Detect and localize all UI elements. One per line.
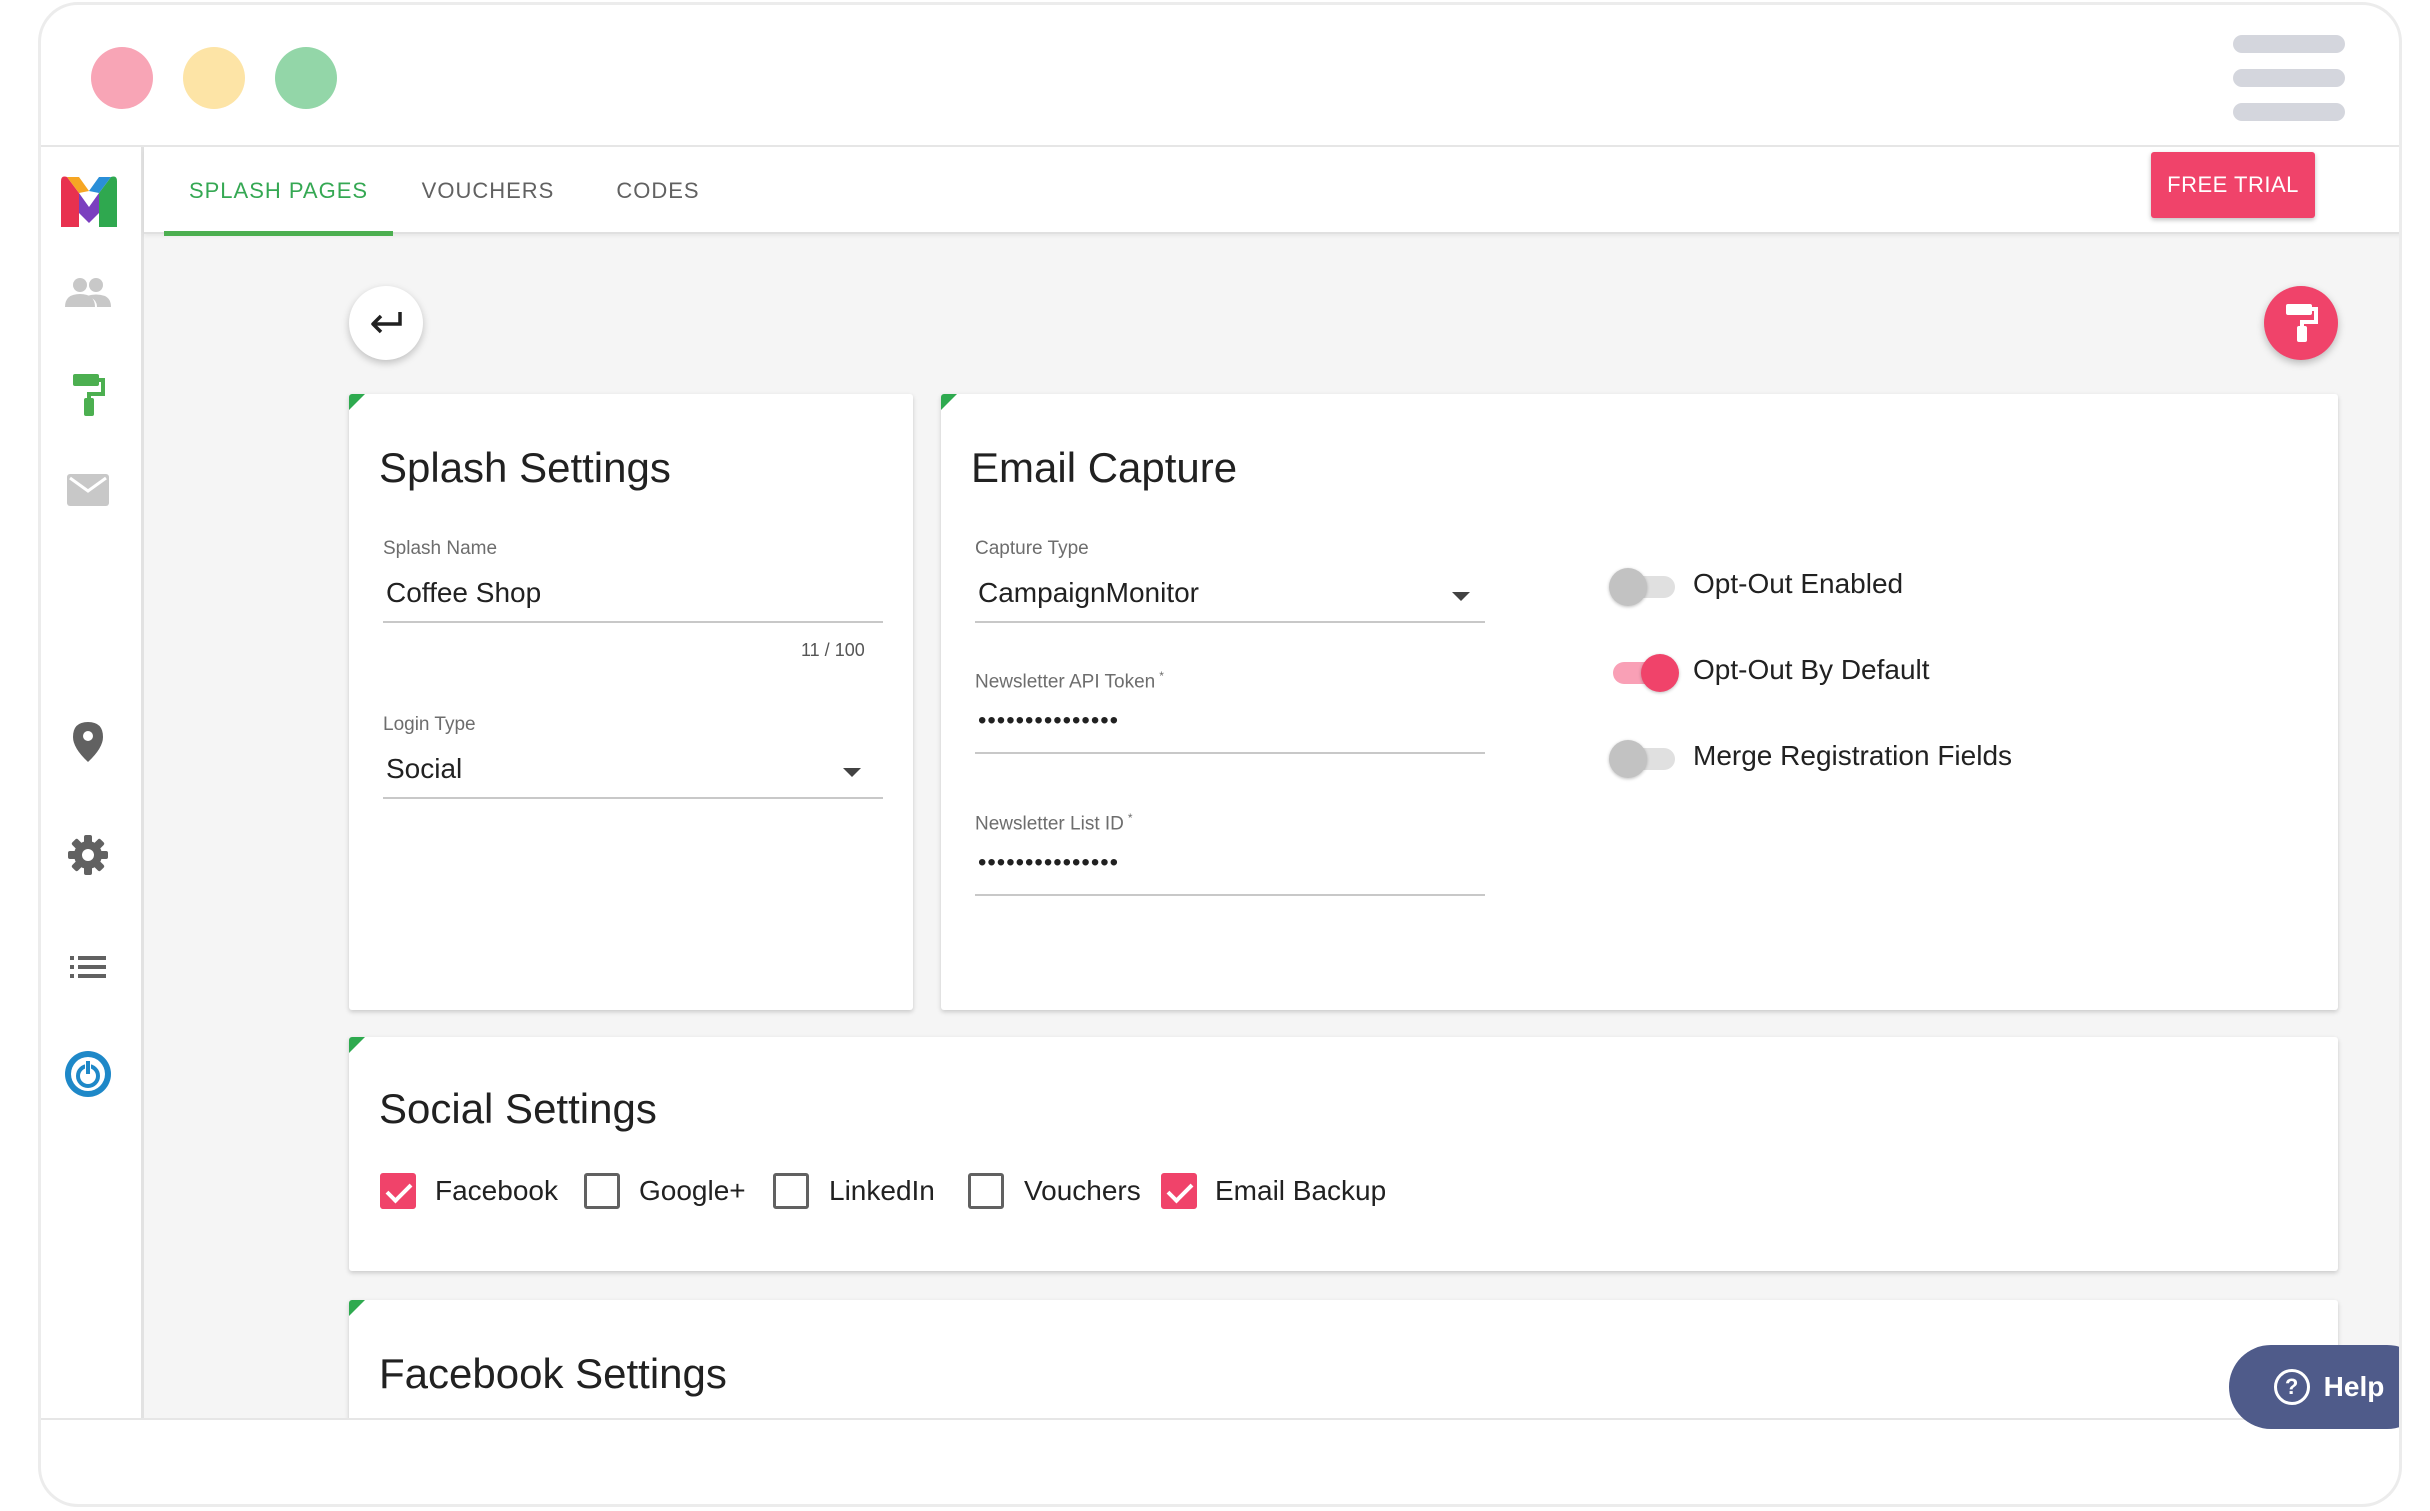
email-backup-checkbox[interactable] [1161,1173,1197,1209]
api-token-label: Newsletter API Token * [975,669,1164,693]
app-window: SPLASH PAGES VOUCHERS CODES FREE TRIAL S… [38,2,2402,1507]
tab-codes[interactable]: CODES [583,147,733,234]
paint-roller-icon [2286,304,2318,342]
splash-settings-card: Splash Settings Splash Name Coffee Shop … [349,394,913,1010]
back-button[interactable] [349,286,423,360]
capture-type-label: Capture Type [975,538,1089,559]
splash-name-counter: 11 / 100 [801,640,865,660]
linkedin-checkbox[interactable] [773,1173,809,1209]
people-icon[interactable] [63,267,113,317]
api-token-input[interactable]: ••••••••••••••• [978,707,1119,735]
facebook-label: Facebook [435,1175,558,1206]
splash-name-input[interactable]: Coffee Shop [386,577,541,609]
help-label: Help [2323,1371,2385,1402]
logo[interactable] [57,173,121,229]
window-close-button[interactable] [91,47,153,109]
email-capture-title: Email Capture [971,444,1238,491]
google-plus-checkbox[interactable] [584,1173,620,1209]
vouchers-label: Vouchers [1024,1175,1141,1206]
tab-splash-pages[interactable]: SPLASH PAGES [164,147,393,236]
list-id-label: Newsletter List ID * [975,811,1133,835]
google-plus-label: Google+ [639,1175,746,1206]
email-backup-label: Email Backup [1215,1175,1387,1206]
opt-out-enabled-label: Opt-Out Enabled [1693,568,1904,599]
email-capture-card: Email Capture Capture Type CampaignMonit… [941,394,2338,1010]
hamburger-icon[interactable] [2233,35,2345,121]
paint-roller-icon[interactable] [63,369,113,419]
linkedin-label: LinkedIn [829,1175,935,1206]
opt-out-by-default-label: Opt-Out By Default [1693,654,1930,685]
tab-vouchers[interactable]: VOUCHERS [393,147,583,234]
main-content: Splash Settings Splash Name Coffee Shop … [144,234,2399,1418]
social-settings-title: Social Settings [379,1085,657,1132]
facebook-settings-card: Facebook Settings [349,1300,2338,1418]
help-icon: ? [2273,1369,2310,1405]
chevron-down-icon[interactable] [843,768,861,777]
list-id-input[interactable]: ••••••••••••••• [978,849,1119,877]
help-button[interactable]: ? Help [2229,1345,2399,1429]
location-pin-icon[interactable] [63,717,113,767]
social-settings-card: Social Settings Facebook Google+ LinkedI… [349,1037,2338,1271]
chevron-down-icon[interactable] [1452,592,1470,601]
opt-out-enabled-toggle[interactable] [1609,564,1679,606]
power-icon[interactable] [63,1049,113,1099]
window-maximize-button[interactable] [275,47,337,109]
splash-name-label: Splash Name [383,538,498,559]
merge-registration-fields-toggle[interactable] [1609,736,1679,778]
design-button[interactable] [2264,286,2338,360]
capture-type-select[interactable]: CampaignMonitor [978,577,1199,609]
merge-registration-fields-label: Merge Registration Fields [1693,740,2013,771]
window-minimize-button[interactable] [183,47,245,109]
app-area: SPLASH PAGES VOUCHERS CODES FREE TRIAL S… [41,145,2399,1420]
back-arrow-icon [371,312,402,334]
facebook-checkbox[interactable] [380,1173,416,1209]
facebook-settings-title: Facebook Settings [379,1350,727,1397]
login-type-label: Login Type [383,714,476,735]
splash-settings-title: Splash Settings [379,444,671,491]
vouchers-checkbox[interactable] [968,1173,1004,1209]
login-type-select[interactable]: Social [386,753,462,785]
list-icon[interactable] [63,942,113,992]
gear-icon[interactable] [63,830,113,880]
opt-out-by-default-toggle[interactable] [1609,650,1679,692]
free-trial-button[interactable]: FREE TRIAL [2151,152,2315,218]
top-nav-bar: SPLASH PAGES VOUCHERS CODES FREE TRIAL [144,147,2399,236]
sidebar [41,147,144,1418]
mail-icon[interactable] [63,465,113,515]
